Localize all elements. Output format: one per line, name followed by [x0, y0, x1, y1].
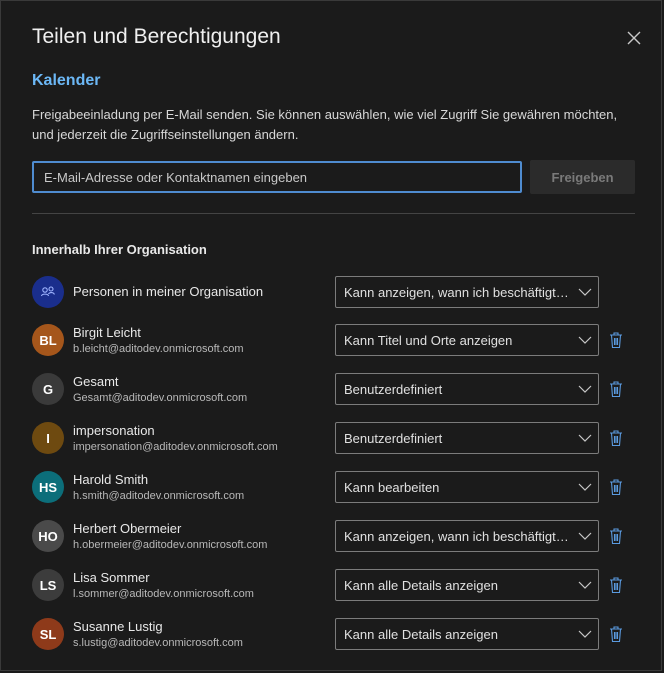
person-name: Harold Smith: [73, 472, 149, 487]
org-group-name: Personen in meiner Organisation: [73, 284, 264, 299]
share-description: Freigabeeinladung per E-Mail senden. Sie…: [32, 107, 618, 142]
permission-dropdown[interactable]: Kann alle Details anzeigen: [335, 618, 599, 650]
person-email: b.leicht@aditodev.onmicrosoft.com: [73, 343, 244, 355]
avatar: G: [32, 373, 64, 405]
person-row: HS Harold Smith h.smith@aditodev.onmicroso…: [32, 471, 635, 511]
permission-value: Benutzerdefiniert: [344, 382, 443, 397]
trash-icon[interactable]: [609, 478, 623, 496]
person-email: h.obermeier@aditodev.onmicrosoft.com: [73, 539, 268, 551]
chevron-down-icon: [578, 581, 592, 589]
people-group-icon: [32, 276, 64, 308]
chevron-down-icon: [578, 434, 592, 442]
person-row: LS Lisa Sommer l.sommer@aditodev.onmicroso…: [32, 569, 635, 609]
person-row: Iimpersonation impersonation@aditodev.onm…: [32, 422, 635, 462]
share-permissions-dialog: Teilen und Berechtigungen Kalender Freig…: [0, 0, 662, 671]
trash-icon[interactable]: [609, 625, 623, 643]
share-button[interactable]: Freigeben: [530, 160, 635, 194]
person-name: Gesamt: [73, 374, 119, 389]
permission-dropdown[interactable]: Kann alle Details anzeigen: [335, 569, 599, 601]
org-section-title: Innerhalb Ihrer Organisation: [32, 242, 207, 257]
chevron-down-icon: [578, 385, 592, 393]
trash-icon[interactable]: [609, 527, 623, 545]
person-email: impersonation@aditodev.onmicrosoft.com: [73, 441, 278, 453]
permission-value: Kann anzeigen, wann ich beschäftigt bin: [344, 285, 570, 300]
trash-icon[interactable]: [609, 380, 623, 398]
dialog-title: Teilen und Berechtigungen: [32, 25, 281, 48]
email-input[interactable]: [32, 161, 522, 193]
person-email: l.sommer@aditodev.onmicrosoft.com: [73, 588, 254, 600]
person-row: SL Susanne Lustig s.lustig@aditodev.onmicr…: [32, 618, 635, 658]
permission-value: Benutzerdefiniert: [344, 431, 443, 446]
trash-icon[interactable]: [609, 576, 623, 594]
chevron-down-icon: [578, 336, 592, 344]
person-name: impersonation: [73, 423, 155, 438]
trash-icon[interactable]: [609, 429, 623, 447]
calendar-name: Kalender: [32, 72, 101, 89]
person-row: BL Birgit Leicht b.leicht@aditodev.onmicro…: [32, 324, 635, 364]
person-email: Gesamt@aditodev.onmicrosoft.com: [73, 392, 248, 404]
person-email: h.smith@aditodev.onmicrosoft.com: [73, 490, 245, 502]
person-name: Birgit Leicht: [73, 325, 141, 340]
org-group-row: Personen in meiner Organisation Kann anz…: [32, 276, 635, 316]
person-name: Lisa Sommer: [73, 570, 150, 585]
permission-dropdown[interactable]: Kann Titel und Orte anzeigen: [335, 324, 599, 356]
trash-icon[interactable]: [609, 331, 623, 349]
permission-dropdown[interactable]: Kann anzeigen, wann ich beschäftigt bin: [335, 276, 599, 308]
avatar: SL: [32, 618, 64, 650]
avatar: LS: [32, 569, 64, 601]
person-name: Susanne Lustig: [73, 619, 163, 634]
avatar: BL: [32, 324, 64, 356]
person-row: G Gesamt Gesamt@aditodev.onmicrosoft.com Be…: [32, 373, 635, 413]
chevron-down-icon: [578, 483, 592, 491]
chevron-down-icon: [578, 630, 592, 638]
avatar: I: [32, 422, 64, 454]
chevron-down-icon: [578, 532, 592, 540]
permission-value: Kann bearbeiten: [344, 480, 440, 495]
close-icon[interactable]: [625, 29, 643, 47]
avatar: HS: [32, 471, 64, 503]
permission-dropdown[interactable]: Benutzerdefiniert: [335, 373, 599, 405]
permission-value: Kann anzeigen, wann ich beschäftigt bin: [344, 529, 570, 544]
person-row: HO Herbert Obermeier h.obermeier@aditodev.…: [32, 520, 635, 560]
person-name: Herbert Obermeier: [73, 521, 182, 536]
permission-dropdown[interactable]: Kann anzeigen, wann ich beschäftigt bin: [335, 520, 599, 552]
chevron-down-icon: [578, 288, 592, 296]
permission-value: Kann Titel und Orte anzeigen: [344, 333, 513, 348]
permission-value: Kann alle Details anzeigen: [344, 627, 498, 642]
permission-dropdown[interactable]: Benutzerdefiniert: [335, 422, 599, 454]
avatar: HO: [32, 520, 64, 552]
permission-value: Kann alle Details anzeigen: [344, 578, 498, 593]
permission-dropdown[interactable]: Kann bearbeiten: [335, 471, 599, 503]
divider: [32, 213, 635, 214]
person-email: s.lustig@aditodev.onmicrosoft.com: [73, 637, 243, 649]
